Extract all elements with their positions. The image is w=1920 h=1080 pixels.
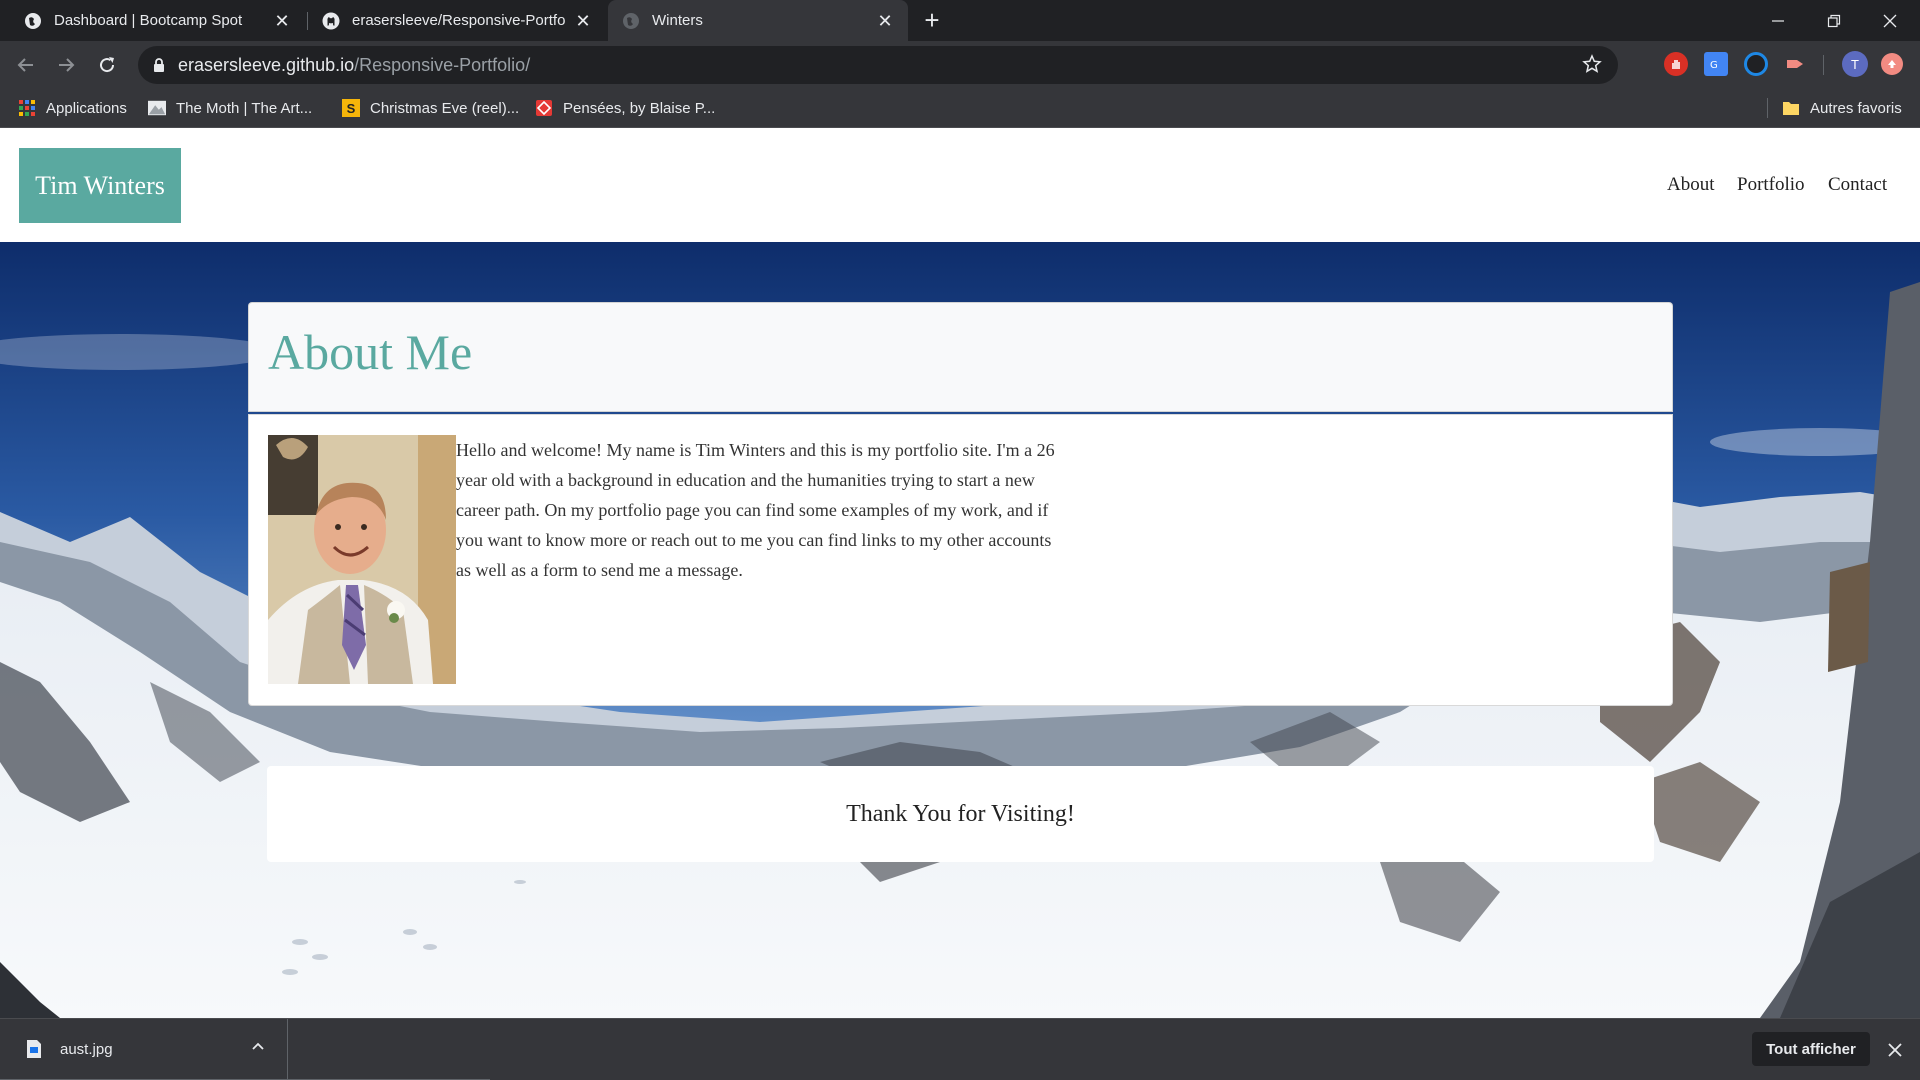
browser-toolbar: erasersleeve.github.io/Responsive-Portfo… (0, 41, 1920, 88)
bookmarks-bar: Applications The Moth | The Art... S Chr… (0, 88, 1920, 128)
page-viewport: Tim Winters About Portfolio Contact Abou… (0, 128, 1920, 1018)
tab-title: erasersleeve/Responsive-Portfolio (352, 12, 566, 29)
bookmark-the-moth[interactable]: The Moth | The Art... (148, 88, 312, 128)
close-tab-icon[interactable]: ✕ (271, 10, 293, 32)
bookmarks-divider (1767, 98, 1768, 118)
apps-grid-icon (18, 99, 36, 117)
red-diamond-icon (535, 99, 553, 117)
back-button[interactable] (10, 49, 42, 81)
url-path: /Responsive-Portfolio/ (354, 55, 531, 75)
profile-avatar[interactable]: T (1842, 51, 1868, 77)
about-card-header: About Me (248, 302, 1673, 412)
hero-background: About Me Hello and welcome! My name is T… (0, 242, 1920, 1018)
image-file-icon (26, 1039, 42, 1064)
close-download-shelf-button[interactable] (1882, 1037, 1908, 1063)
tab-title: Dashboard | Bootcamp Spot (54, 12, 243, 29)
folder-icon (1782, 99, 1800, 117)
svg-text:G: G (1710, 60, 1718, 71)
github-icon (322, 12, 340, 30)
bookmark-star-icon[interactable] (1582, 54, 1602, 79)
reload-icon (100, 57, 115, 73)
tab-github[interactable]: erasersleeve/Responsive-Portfolio ✕ (308, 0, 606, 41)
moth-icon (148, 99, 166, 117)
s-letter-icon: S (342, 99, 360, 117)
tab-winters[interactable]: Winters ✕ (608, 0, 908, 41)
close-icon (1883, 14, 1897, 27)
minimize-icon (1772, 19, 1784, 22)
footer-card: Thank You for Visiting! (267, 766, 1654, 862)
site-header: Tim Winters About Portfolio Contact (0, 128, 1920, 242)
toolbar-divider (1823, 55, 1824, 75)
about-card-body: Hello and welcome! My name is Tim Winter… (248, 414, 1673, 706)
restore-button[interactable] (1806, 0, 1862, 41)
arrow-left-icon (17, 58, 33, 72)
bookmark-christmas-eve[interactable]: S Christmas Eve (reel)... (342, 88, 519, 128)
url-host: erasersleeve.github.io (178, 55, 355, 75)
bookmark-applications[interactable]: Applications (18, 88, 127, 128)
bookmark-label: Applications (46, 99, 127, 117)
arrow-right-icon (59, 58, 75, 72)
nav-link-portfolio[interactable]: Portfolio (1737, 174, 1805, 196)
url-text: erasersleeve.github.io/Responsive-Portfo… (178, 55, 530, 76)
tab-dashboard[interactable]: Dashboard | Bootcamp Spot ✕ (0, 0, 305, 41)
download-filename: aust.jpg (60, 1041, 113, 1058)
new-tab-button[interactable]: + (918, 7, 946, 35)
close-tab-icon[interactable]: ✕ (572, 10, 594, 32)
adblock-extension-icon[interactable] (1664, 52, 1688, 76)
about-paragraph: Hello and welcome! My name is Tim Winter… (456, 440, 1055, 580)
forward-button[interactable] (50, 49, 82, 81)
brand-logo[interactable]: Tim Winters (19, 148, 181, 223)
show-all-downloads-button[interactable]: Tout afficher (1752, 1032, 1870, 1066)
tab-strip: Dashboard | Bootcamp Spot ✕ erasersleeve… (0, 0, 1920, 41)
download-shelf: aust.jpg Tout afficher (0, 1018, 1920, 1080)
download-item[interactable]: aust.jpg (0, 1019, 288, 1080)
globe-icon (24, 12, 42, 30)
footer-text: Thank You for Visiting! (846, 800, 1075, 827)
close-window-button[interactable] (1862, 0, 1918, 41)
bookmark-pensees[interactable]: Pensées, by Blaise P... (535, 88, 715, 128)
other-bookmarks-folder[interactable]: Autres favoris (1782, 88, 1902, 128)
bookmark-label: Pensées, by Blaise P... (563, 99, 716, 117)
tab-title: Winters (652, 12, 703, 29)
nav-link-about[interactable]: About (1667, 174, 1715, 196)
address-bar[interactable]: erasersleeve.github.io/Responsive-Portfo… (138, 46, 1618, 84)
nav-link-contact[interactable]: Contact (1828, 174, 1887, 196)
chevron-up-icon[interactable] (250, 1039, 266, 1060)
close-tab-icon[interactable]: ✕ (874, 10, 896, 32)
bookmark-label: Autres favoris (1810, 99, 1902, 117)
lock-icon (152, 57, 166, 78)
profile-photo (268, 435, 456, 684)
close-icon (1888, 1043, 1902, 1057)
reload-button[interactable] (91, 49, 123, 81)
minimize-button[interactable] (1750, 0, 1806, 41)
translate-extension-icon[interactable]: G (1704, 52, 1728, 76)
update-menu-icon[interactable] (1881, 53, 1903, 75)
restore-icon (1827, 14, 1841, 27)
bookmark-label: Christmas Eve (reel)... (370, 99, 520, 117)
bookmark-label: The Moth | The Art... (176, 99, 313, 117)
cast-extension-icon[interactable] (1784, 52, 1808, 76)
globe-icon (622, 12, 640, 30)
about-title: About Me (268, 324, 473, 380)
colorzilla-extension-icon[interactable] (1744, 52, 1768, 76)
